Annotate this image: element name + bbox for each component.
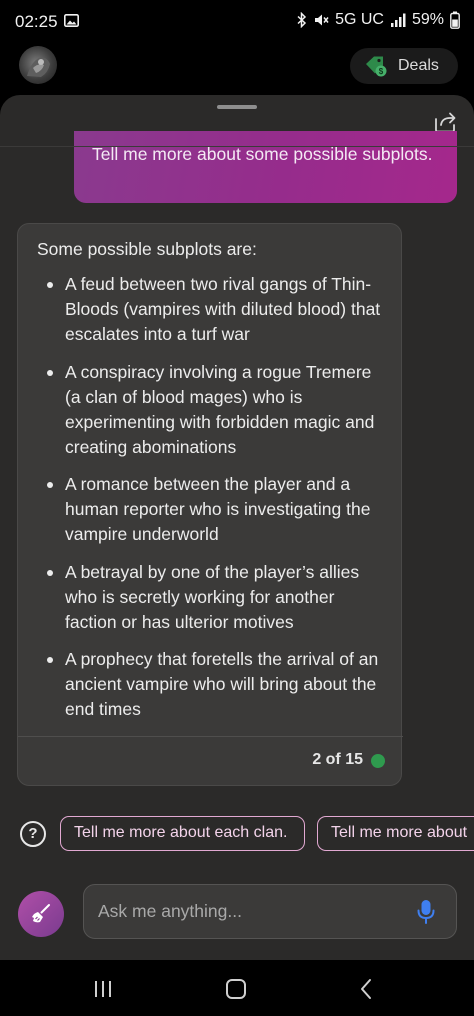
list-item: A betrayal by one of the player’s allies… [37,560,387,635]
list-item-text: A feud between two rival gangs of Thin-B… [65,274,381,344]
bullet-icon [47,369,53,376]
user-message-text: Tell me more about some possible subplot… [92,144,433,164]
home-icon[interactable] [226,979,246,999]
status-right: 5G UC 59% [297,11,460,29]
gallery-icon [64,14,79,27]
battery-percent: 59% [411,11,444,28]
share-icon[interactable] [433,111,457,133]
recent-apps-icon[interactable] [93,980,113,998]
subplot-list: A feud between two rival gangs of Thin-B… [37,272,387,735]
list-item: A feud between two rival gangs of Thin-B… [37,272,387,347]
list-item-text: A conspiracy involving a rogue Tremere (… [65,361,375,457]
avatar[interactable] [19,46,57,84]
sheet-divider [0,146,474,147]
bot-intro-text: Some possible subplots are: [37,239,257,259]
list-item-text: A romance between the player and a human… [65,474,371,544]
deals-tag-icon: $ [366,56,387,77]
mute-icon [315,14,329,26]
bullet-icon [47,569,53,576]
bot-response-card: Some possible subplots are: A feud betwe… [17,223,403,786]
back-icon[interactable] [359,978,373,1000]
response-counter: 2 of 15 [312,751,363,768]
list-item-text: A prophecy that foretells the arrival of… [65,649,379,719]
sheet-drag-handle[interactable] [217,105,257,109]
status-bar: 02:25 5G UC 59% [0,0,474,40]
list-item-text: A betrayal by one of the player’s allies… [65,561,360,632]
battery-icon [450,11,460,29]
svg-text:$: $ [379,67,384,76]
user-message-bubble: Tell me more about some possible subplot… [74,131,457,203]
microphone-icon[interactable] [416,899,436,925]
ask-input[interactable] [83,884,457,939]
deals-button[interactable]: $ Deals [350,48,458,84]
avatar-image-icon [27,57,50,77]
status-dot-icon [371,754,385,768]
broom-icon [32,904,50,923]
list-item: A romance between the player and a human… [37,472,387,547]
bluetooth-icon [297,12,307,28]
status-time: 02:25 [15,12,58,31]
list-item: A conspiracy involving a rogue Tremere (… [37,360,387,460]
help-question-icon[interactable]: ? [20,821,46,847]
bullet-icon [47,282,53,288]
suggestion-chip-more[interactable]: Tell me more about [317,816,474,851]
bullet-icon [47,482,53,488]
list-item: A prophecy that foretells the arrival of… [37,647,387,722]
card-divider [18,736,403,737]
network-label: 5G UC [335,11,384,28]
bullet-icon [47,657,53,663]
screen: 02:25 5G UC 59% $ Deals Tell me more abo… [0,0,474,1016]
suggestion-chip-clans[interactable]: Tell me more about each clan. [60,816,305,851]
new-topic-broom-button[interactable] [18,891,64,937]
signal-icon [390,13,406,27]
system-nav-bar [0,960,474,1016]
deals-label: Deals [398,57,439,74]
chat-sheet: Tell me more about some possible subplot… [0,95,474,960]
